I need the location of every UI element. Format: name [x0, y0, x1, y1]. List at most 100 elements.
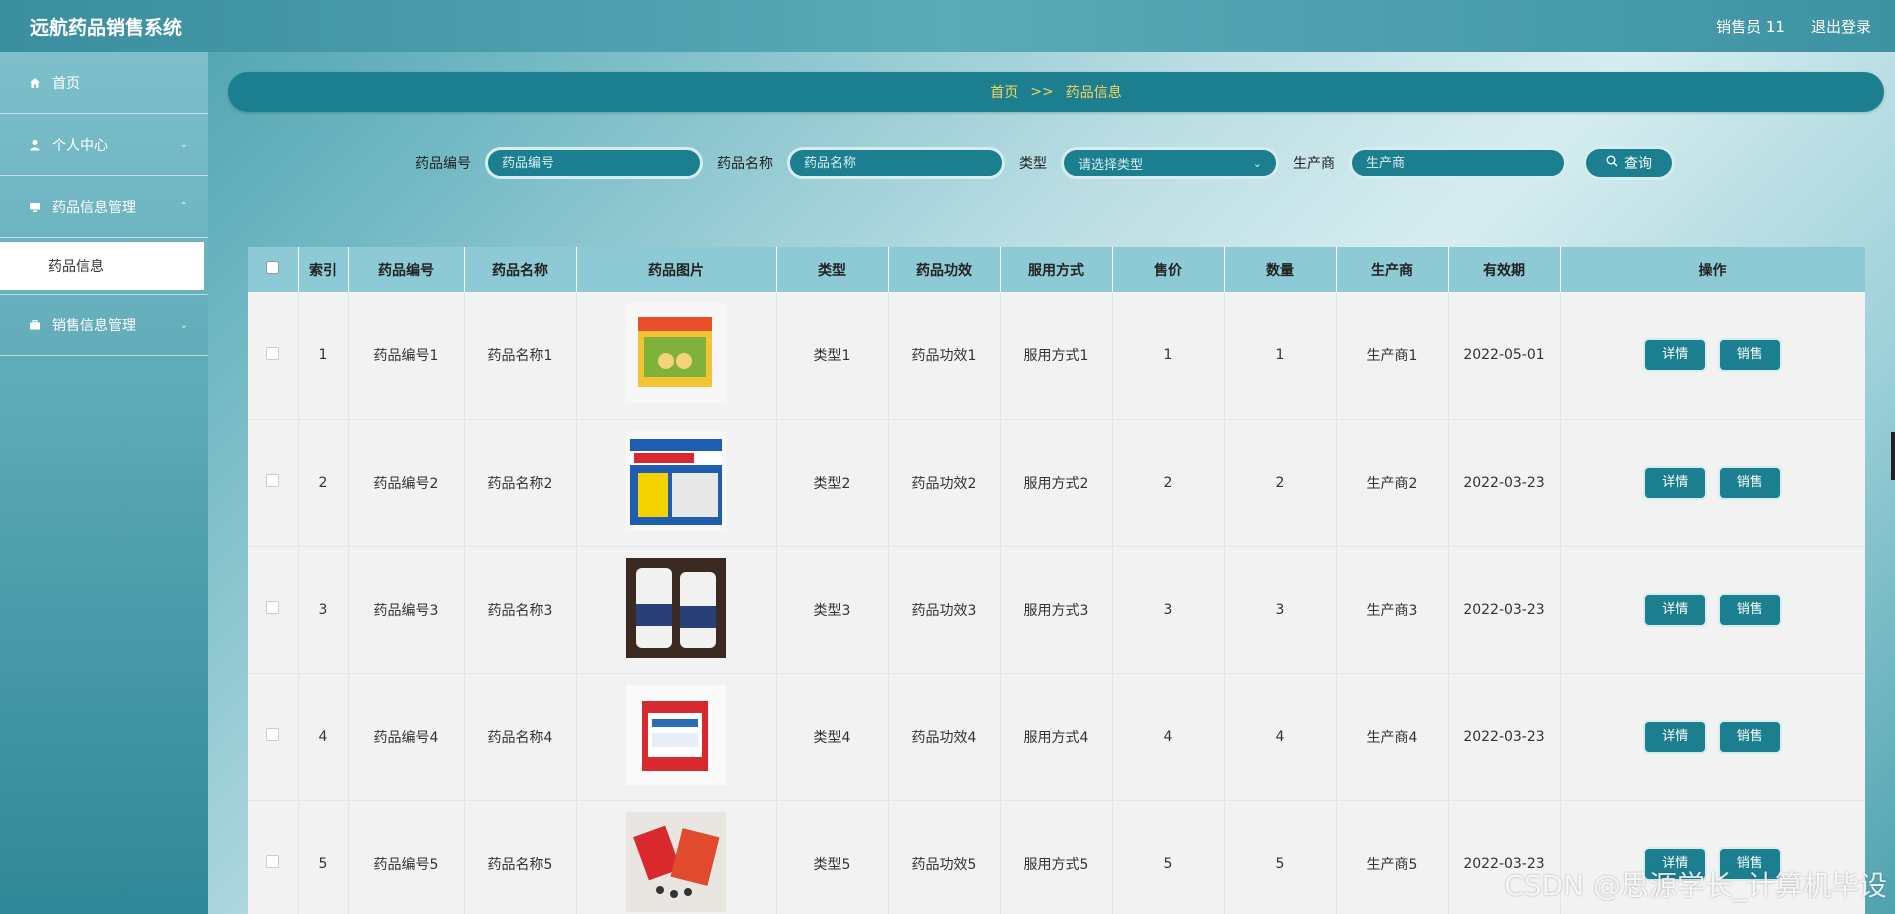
user-icon — [28, 139, 42, 151]
cell-name: 药品名称2 — [464, 419, 577, 547]
column-header: 药品功效 — [888, 247, 1001, 292]
row-checkbox[interactable] — [266, 346, 280, 360]
drug-name-input[interactable] — [787, 147, 1005, 179]
row-checkbox[interactable] — [266, 601, 280, 614]
cell-expiry: 2022-03-23 — [1448, 673, 1561, 801]
column-header: 售价 — [1112, 247, 1225, 292]
cell-type: 类型3 — [776, 546, 889, 674]
column-header: 药品名称 — [464, 247, 577, 292]
cell-qty: 1 — [1224, 292, 1337, 420]
sidebar-item-home[interactable]: 首页 — [0, 52, 208, 114]
cell-price: 3 — [1112, 546, 1225, 674]
drug-image — [626, 430, 726, 531]
current-user[interactable]: 销售员 11 — [1716, 16, 1785, 37]
cell-expiry: 2022-03-23 — [1448, 419, 1561, 547]
cell-maker: 生产商1 — [1336, 292, 1449, 420]
column-header: 操作 — [1560, 247, 1865, 292]
cell-effect: 药品功效5 — [888, 800, 1001, 914]
table-row: 1 药品编号1 药品名称1 类型1 药品功效1 服用方式1 1 1 生产商1 2… — [248, 292, 1865, 420]
cell-name: 药品名称5 — [464, 800, 577, 914]
select-all-checkbox[interactable] — [266, 261, 280, 274]
table-header-row: 索引 药品编号 药品名称 药品图片 类型 药品功效 服用方式 售价 数量 生产商… — [248, 247, 1865, 292]
cell-type: 类型5 — [776, 800, 889, 914]
cell-effect: 药品功效2 — [888, 419, 1001, 547]
column-header: 数量 — [1224, 247, 1337, 292]
cell-name: 药品名称3 — [464, 546, 577, 674]
cell-expiry: 2022-05-01 — [1448, 292, 1561, 420]
cell-name: 药品名称1 — [464, 292, 577, 420]
drug-name-label: 药品名称 — [717, 156, 773, 172]
cell-code: 药品编号1 — [348, 292, 465, 420]
cell-price: 1 — [1112, 292, 1225, 420]
cell-maker: 生产商5 — [1336, 800, 1449, 914]
cell-index: 5 — [298, 800, 349, 914]
maker-input[interactable] — [1349, 147, 1567, 179]
select-all-cell[interactable] — [248, 247, 299, 292]
cell-price: 5 — [1112, 800, 1225, 914]
search-bar: 药品编号 药品名称 类型 请选择类型 ⌄ 生产商 查询 — [415, 146, 1675, 180]
cell-maker: 生产商3 — [1336, 546, 1449, 674]
sidebar-item-label: 销售信息管理 — [52, 318, 136, 334]
search-button-label: 查询 — [1624, 156, 1652, 172]
logout-link[interactable]: 退出登录 — [1811, 16, 1871, 37]
cell-maker: 生产商2 — [1336, 419, 1449, 547]
cell-index: 3 — [298, 546, 349, 674]
breadcrumb-current: 药品信息 — [1065, 85, 1122, 101]
detail-button[interactable]: 详情 — [1645, 467, 1706, 498]
sell-button[interactable]: 销售 — [1719, 340, 1780, 371]
sidebar-item-label: 个人中心 — [52, 137, 108, 154]
search-icon — [1606, 155, 1618, 171]
table-row: 5 药品编号5 药品名称5 类型5 药品功效5 服用方式5 5 5 生产商5 2… — [248, 800, 1865, 914]
cell-maker: 生产商4 — [1336, 673, 1449, 801]
cell-type: 类型1 — [776, 292, 889, 420]
cell-type: 类型2 — [776, 419, 889, 547]
sidebar-item-drug-management[interactable]: 药品信息管理 ⌃ — [0, 176, 208, 238]
type-label: 类型 — [1019, 156, 1047, 172]
cell-effect: 药品功效1 — [888, 292, 1001, 420]
sidebar-subitem-drug-info[interactable]: 药品信息 — [0, 242, 204, 290]
drug-code-input[interactable] — [485, 147, 703, 179]
sell-button[interactable]: 销售 — [1719, 721, 1780, 752]
cell-price: 2 — [1112, 419, 1225, 547]
sidebar-item-label: 药品信息管理 — [52, 199, 136, 216]
cell-code: 药品编号4 — [348, 673, 465, 801]
sell-button[interactable]: 销售 — [1719, 594, 1780, 625]
detail-button[interactable]: 详情 — [1645, 340, 1706, 371]
sidebar-item-label: 药品信息 — [48, 259, 104, 275]
search-button[interactable]: 查询 — [1583, 146, 1675, 180]
chevron-down-icon: ⌄ — [179, 319, 188, 331]
column-header: 药品图片 — [576, 247, 777, 292]
top-bar: 远航药品销售系统 销售员 11 退出登录 — [0, 0, 1895, 52]
cell-usage: 服用方式2 — [1000, 419, 1113, 547]
detail-button[interactable]: 详情 — [1645, 848, 1706, 879]
row-checkbox[interactable] — [266, 855, 280, 868]
row-checkbox[interactable] — [266, 474, 280, 487]
cell-name: 药品名称4 — [464, 673, 577, 801]
cell-type: 类型4 — [776, 673, 889, 801]
sell-button[interactable]: 销售 — [1719, 848, 1780, 879]
sidebar-item-label: 首页 — [52, 75, 80, 92]
detail-button[interactable]: 详情 — [1645, 594, 1706, 625]
chevron-down-icon: ⌄ — [1252, 156, 1262, 170]
column-header: 有效期 — [1448, 247, 1561, 292]
sidebar-item-sales-management[interactable]: 销售信息管理 ⌄ — [0, 294, 208, 356]
home-icon — [28, 77, 42, 89]
drug-code-label: 药品编号 — [415, 156, 471, 172]
type-select[interactable]: 请选择类型 ⌄ — [1061, 147, 1279, 179]
chevron-up-icon: ⌃ — [179, 201, 188, 212]
drug-table: 索引 药品编号 药品名称 药品图片 类型 药品功效 服用方式 售价 数量 生产商… — [248, 247, 1865, 914]
sell-button[interactable]: 销售 — [1719, 467, 1780, 498]
briefcase-icon — [28, 319, 42, 331]
breadcrumb-home[interactable]: 首页 — [990, 82, 1018, 102]
monitor-icon — [28, 201, 42, 213]
cell-effect: 药品功效4 — [888, 673, 1001, 801]
chevron-down-icon: ⌄ — [179, 139, 188, 150]
scrollbar[interactable] — [1891, 432, 1895, 480]
row-checkbox[interactable] — [266, 728, 280, 741]
cell-code: 药品编号2 — [348, 419, 465, 547]
column-header: 索引 — [298, 247, 349, 292]
detail-button[interactable]: 详情 — [1645, 721, 1706, 752]
cell-effect: 药品功效3 — [888, 546, 1001, 674]
sidebar-item-personal-center[interactable]: 个人中心 ⌄ — [0, 114, 208, 176]
drug-image — [626, 557, 726, 658]
